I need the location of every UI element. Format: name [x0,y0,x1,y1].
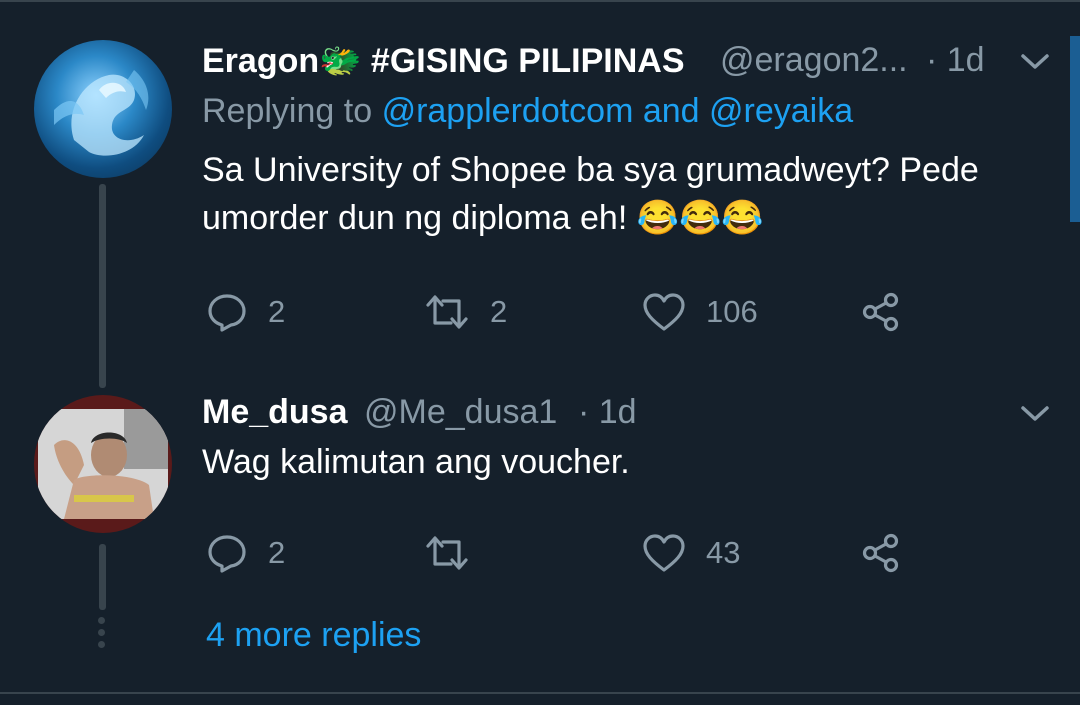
share-icon [862,533,899,573]
replying-mentions[interactable]: @rapplerdotcom and @reyaika [382,92,854,130]
top-divider [0,0,1080,2]
tweet-text: Sa University of Shopee ba sya grumadwey… [202,151,979,237]
thread-dots [98,617,106,653]
share-button[interactable] [860,532,902,574]
like-count: 43 [706,535,741,570]
tweet-text: Wag kalimutan ang voucher. [202,443,630,481]
scrollbar[interactable] [1070,36,1080,222]
avatar-me-dusa[interactable] [34,395,172,533]
like-button[interactable]: 106 [642,291,758,333]
more-replies-link[interactable]: 4 more replies [206,616,421,655]
display-name[interactable]: Me_dusa [202,393,348,432]
replying-prefix: Replying to [202,92,373,130]
timestamp[interactable]: · 1d [926,41,985,80]
person-photo-avatar-icon [38,409,168,519]
retweet-button[interactable]: 2 [424,291,507,333]
chevron-down-icon[interactable] [1020,404,1050,424]
retweet-count: 2 [490,294,508,329]
like-button[interactable]: 43 [642,532,740,574]
reply-icon [208,294,246,332]
like-icon [643,293,685,331]
reply-count: 2 [268,535,286,570]
retweet-button[interactable] [424,532,490,574]
reply-button[interactable]: 2 [206,291,285,333]
reply-count: 2 [268,294,286,329]
thread-line [99,544,106,610]
handle[interactable]: @Me_dusa1 [364,393,557,432]
timestamp[interactable]: · 1d [578,393,637,432]
share-icon [862,292,899,332]
display-name[interactable]: Eragon🐲 #GISING PILIPINAS [202,41,685,81]
reply-icon [208,535,246,573]
retweet-icon [426,295,468,329]
handle[interactable]: @eragon2... [720,41,908,80]
replying-to: Replying to @rapplerdotcom and @reyaika [202,92,853,131]
avatar-eragon[interactable] [34,40,172,178]
reply-button[interactable]: 2 [206,532,285,574]
dragon-avatar-icon [54,70,149,156]
thread-line [99,184,106,388]
chevron-down-icon[interactable] [1020,52,1050,72]
share-button[interactable] [860,291,902,333]
like-count: 106 [706,294,758,329]
retweet-icon [426,536,468,570]
like-icon [643,534,685,572]
bottom-divider [0,692,1080,694]
